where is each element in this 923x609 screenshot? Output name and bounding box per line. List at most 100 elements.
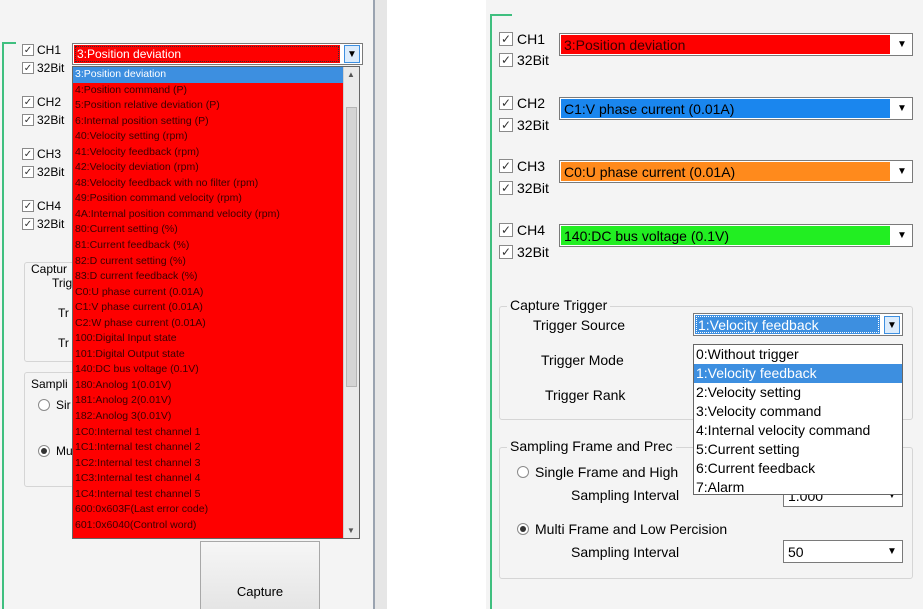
dropdown-option[interactable]: 3:Position deviation (73, 67, 345, 83)
trigger-source-option[interactable]: 4:Internal velocity command (694, 421, 902, 440)
dropdown-option[interactable]: 48:Velocity feedback with no filter (rpm… (73, 176, 345, 192)
dropdown-option[interactable]: 1C2:Internal test channel 3 (73, 456, 345, 472)
ch2-32bit-checkbox[interactable]: ✓ 32Bit (22, 113, 64, 127)
capture-button[interactable]: Capture (200, 541, 320, 609)
checkmark-icon: ✓ (22, 200, 34, 212)
dropdown-option[interactable]: 40:Velocity setting (rpm) (73, 129, 345, 145)
dropdown-option[interactable]: 82:D current setting (%) (73, 254, 345, 270)
trigger-rank-label: Trigger Rank (545, 387, 626, 403)
scrollbar-thumb[interactable] (346, 107, 357, 387)
ch4-checkbox[interactable]: ✓ CH4 (22, 199, 61, 213)
chevron-down-icon[interactable]: ▼ (894, 163, 910, 181)
dropdown-option[interactable]: 600:0x603F(Last error code) (73, 502, 345, 518)
dropdown-scrollbar[interactable]: ▲ ▼ (343, 67, 359, 538)
ch3-checkbox[interactable]: ✓ CH3 (22, 147, 61, 161)
dropdown-option[interactable]: 42:Velocity deviation (rpm) (73, 160, 345, 176)
dropdown-option[interactable]: 100:Digital Input state (73, 331, 345, 347)
dropdown-option[interactable]: C1:V phase current (0.01A) (73, 300, 345, 316)
chevron-down-icon[interactable]: ▼ (884, 543, 900, 561)
dropdown-option[interactable]: 1C4:Internal test channel 5 (73, 487, 345, 503)
ch1-32bit-checkbox[interactable]: ✓ 32Bit (499, 52, 549, 68)
trigger-source-label: Trigger Source (533, 317, 626, 333)
dropdown-option[interactable]: 1C1:Internal test channel 2 (73, 440, 345, 456)
dropdown-option[interactable]: C2:W phase current (0.01A) (73, 316, 345, 332)
dropdown-option[interactable]: 41:Velocity feedback (rpm) (73, 145, 345, 161)
ch3-32bit-checkbox[interactable]: ✓ 32Bit (499, 180, 549, 196)
dropdown-option[interactable]: 1C0:Internal test channel 1 (73, 425, 345, 441)
ch1-selected-value: 3:Position deviation (561, 35, 890, 54)
ch4-32bit-checkbox[interactable]: ✓ 32Bit (499, 244, 549, 260)
chevron-down-icon[interactable]: ▼ (884, 316, 900, 334)
trigger-mode-label: Trigger Mode (541, 352, 624, 368)
trigger-source-option[interactable]: 3:Velocity command (694, 402, 902, 421)
checkmark-icon: ✓ (22, 218, 34, 230)
dropdown-option[interactable]: 5:Position relative deviation (P) (73, 98, 345, 114)
ch1-dropdown-list[interactable]: 3:Position deviation 4:Position command (… (72, 66, 360, 539)
ch1-checkbox[interactable]: ✓ CH1 (499, 31, 545, 47)
ch1-selected-value: 3:Position deviation (74, 45, 340, 63)
chevron-down-icon[interactable]: ▼ (894, 227, 910, 245)
ch3-channel-select[interactable]: C0:U phase current (0.01A) ▼ (559, 160, 913, 183)
checkmark-icon: ✓ (499, 223, 513, 237)
trigger-source-select[interactable]: 1:Velocity feedback ▼ (693, 313, 903, 336)
dropdown-option[interactable]: 6:Internal position setting (P) (73, 114, 345, 130)
checkmark-icon: ✓ (22, 114, 34, 126)
checkmark-icon: ✓ (22, 44, 34, 56)
ch2-checkbox[interactable]: ✓ CH2 (499, 95, 545, 111)
trigger-source-option[interactable]: 1:Velocity feedback (694, 364, 902, 383)
ch1-checkbox[interactable]: ✓ CH1 (22, 43, 61, 57)
trigger-source-dropdown-list[interactable]: 0:Without trigger 1:Velocity feedback 2:Ve… (693, 344, 903, 495)
ch4-checkbox[interactable]: ✓ CH4 (499, 222, 545, 238)
ch2-channel-select[interactable]: C1:V phase current (0.01A) ▼ (559, 97, 913, 120)
trigger-mode-label: Tr (58, 306, 69, 320)
radio-icon (38, 399, 50, 411)
ch1-channel-select[interactable]: 3:Position deviation ▼ (72, 43, 363, 65)
single-frame-radio[interactable]: Sir (38, 398, 71, 412)
dropdown-option[interactable]: 182:Anolog 3(0.01V) (73, 409, 345, 425)
dropdown-option[interactable]: 140:DC bus voltage (0.1V) (73, 362, 345, 378)
sampling-title: Sampli (31, 377, 68, 391)
ch4-selected-value: 140:DC bus voltage (0.1V) (561, 226, 890, 245)
trigger-source-option[interactable]: 0:Without trigger (694, 345, 902, 364)
trigger-source-option[interactable]: 2:Velocity setting (694, 383, 902, 402)
dropdown-option[interactable]: 4:Position command (P) (73, 83, 345, 99)
ch1-32bit-checkbox[interactable]: ✓ 32Bit (22, 61, 64, 75)
dropdown-option[interactable]: 81:Current feedback (%) (73, 238, 345, 254)
radio-icon (517, 523, 529, 535)
scroll-down-icon[interactable]: ▼ (347, 526, 355, 535)
dropdown-option[interactable]: 49:Position command velocity (rpm) (73, 191, 345, 207)
dropdown-option[interactable]: 601:0x6040(Control word) (73, 518, 345, 534)
ch3-checkbox[interactable]: ✓ CH3 (499, 158, 545, 174)
multi-frame-radio[interactable]: Multi Frame and Low Percision (517, 521, 727, 537)
dropdown-option[interactable]: 101:Digital Output state (73, 347, 345, 363)
checkmark-icon: ✓ (499, 32, 513, 46)
trigger-source-option[interactable]: 5:Current setting (694, 440, 902, 459)
trigger-source-label: Trig (52, 276, 73, 290)
radio-icon (517, 466, 529, 478)
group-border-line (2, 42, 16, 44)
dropdown-option[interactable]: 4A:Internal position command velocity (r… (73, 207, 345, 223)
dropdown-option[interactable]: C0:U phase current (0.01A) (73, 285, 345, 301)
ch1-channel-select[interactable]: 3:Position deviation ▼ (559, 33, 913, 56)
ch2-checkbox[interactable]: ✓ CH2 (22, 95, 61, 109)
ch4-channel-select[interactable]: 140:DC bus voltage (0.1V) ▼ (559, 224, 913, 247)
chevron-down-icon[interactable]: ▼ (894, 36, 910, 54)
single-frame-radio[interactable]: Single Frame and High (517, 464, 678, 480)
ch2-32bit-checkbox[interactable]: ✓ 32Bit (499, 117, 549, 133)
multi-frame-radio[interactable]: Mu (38, 444, 73, 458)
dropdown-option[interactable]: 1C3:Internal test channel 4 (73, 471, 345, 487)
multi-sampling-interval-select[interactable]: 50 ▼ (783, 540, 903, 563)
trigger-source-option[interactable]: 6:Current feedback (694, 459, 902, 478)
chevron-down-icon[interactable]: ▼ (894, 100, 910, 118)
dropdown-option[interactable]: 83:D current feedback (%) (73, 269, 345, 285)
dropdown-items: 3:Position deviation 4:Position command (… (73, 67, 345, 533)
dropdown-option[interactable]: 180:Anolog 1(0.01V) (73, 378, 345, 394)
dropdown-option[interactable]: 181:Anolog 2(0.01V) (73, 393, 345, 409)
ch4-32bit-checkbox[interactable]: ✓ 32Bit (22, 217, 64, 231)
dropdown-option[interactable]: 80:Current setting (%) (73, 222, 345, 238)
scroll-up-icon[interactable]: ▲ (347, 70, 355, 79)
ch3-32bit-checkbox[interactable]: ✓ 32Bit (22, 165, 64, 179)
checkmark-icon: ✓ (499, 245, 513, 259)
chevron-down-icon[interactable]: ▼ (344, 45, 360, 63)
trigger-source-option[interactable]: 7:Alarm (694, 478, 902, 497)
